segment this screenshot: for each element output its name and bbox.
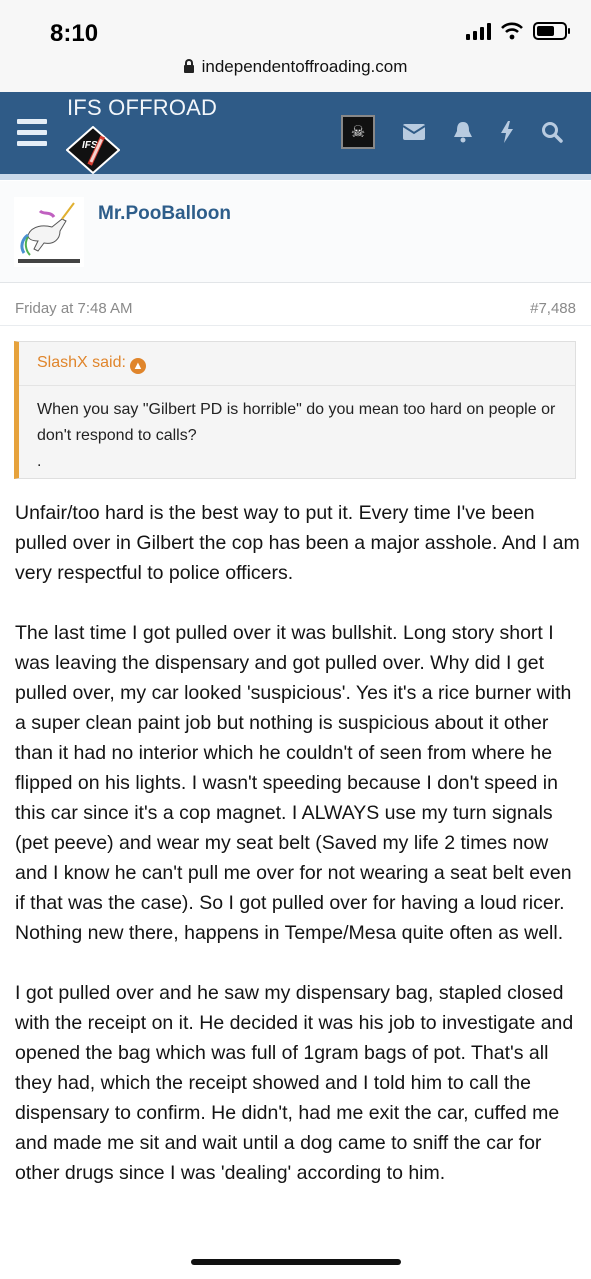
address-bar[interactable]: independentoffroading.com — [0, 57, 591, 77]
quote-text: When you say "Gilbert PD is horrible" do… — [37, 397, 563, 475]
post-paragraph: The last time I got pulled over it was b… — [15, 622, 572, 944]
post-username[interactable]: Mr.PooBalloon — [98, 203, 231, 225]
quote-divider — [19, 385, 575, 386]
cellular-signal-icon — [466, 22, 491, 40]
home-indicator[interactable] — [191, 1259, 401, 1265]
navbar-icons: ☠ — [341, 115, 563, 149]
lock-icon — [183, 59, 194, 73]
search-icon[interactable] — [541, 121, 563, 143]
post-author-header — [0, 181, 591, 282]
system-icons — [466, 22, 570, 40]
navbar-bottom-border — [0, 174, 591, 180]
quote-trail: . — [37, 453, 42, 470]
post-number[interactable]: #7,488 — [530, 300, 576, 317]
quote-text-body: When you say "Gilbert PD is horrible" do… — [37, 401, 556, 444]
url-text: independentoffroading.com — [201, 57, 408, 76]
battery-icon — [533, 22, 570, 40]
arrow-up-icon[interactable]: ▲ — [129, 358, 146, 374]
quote-author[interactable]: SlashX said: ▲ — [37, 354, 146, 374]
lightning-icon[interactable] — [500, 121, 514, 143]
quote-author-text: SlashX said: — [37, 354, 126, 371]
quote-block: SlashX said: ▲ When you say "Gilbert PD i… — [14, 341, 576, 479]
post-paragraph: I got pulled over and he saw my dispensa… — [15, 982, 574, 1184]
envelope-icon[interactable] — [402, 123, 426, 141]
post-date[interactable]: Friday at 7:48 AM — [15, 300, 133, 317]
wifi-icon — [501, 22, 523, 40]
site-logo[interactable]: IFS — [66, 126, 120, 174]
site-title[interactable]: IFS OFFROAD — [67, 95, 217, 121]
status-time: 8:10 — [50, 20, 99, 47]
user-avatar[interactable] — [14, 197, 84, 267]
pirate-flag-icon[interactable]: ☠ — [341, 115, 375, 149]
post-body: Unfair/too hard is the best way to put i… — [15, 498, 580, 1218]
bell-icon[interactable] — [453, 121, 473, 143]
post-paragraph: Unfair/too hard is the best way to put i… — [15, 502, 580, 584]
status-bar: 8:10 independentoffroading.com — [0, 0, 591, 92]
menu-icon[interactable] — [17, 119, 47, 152]
